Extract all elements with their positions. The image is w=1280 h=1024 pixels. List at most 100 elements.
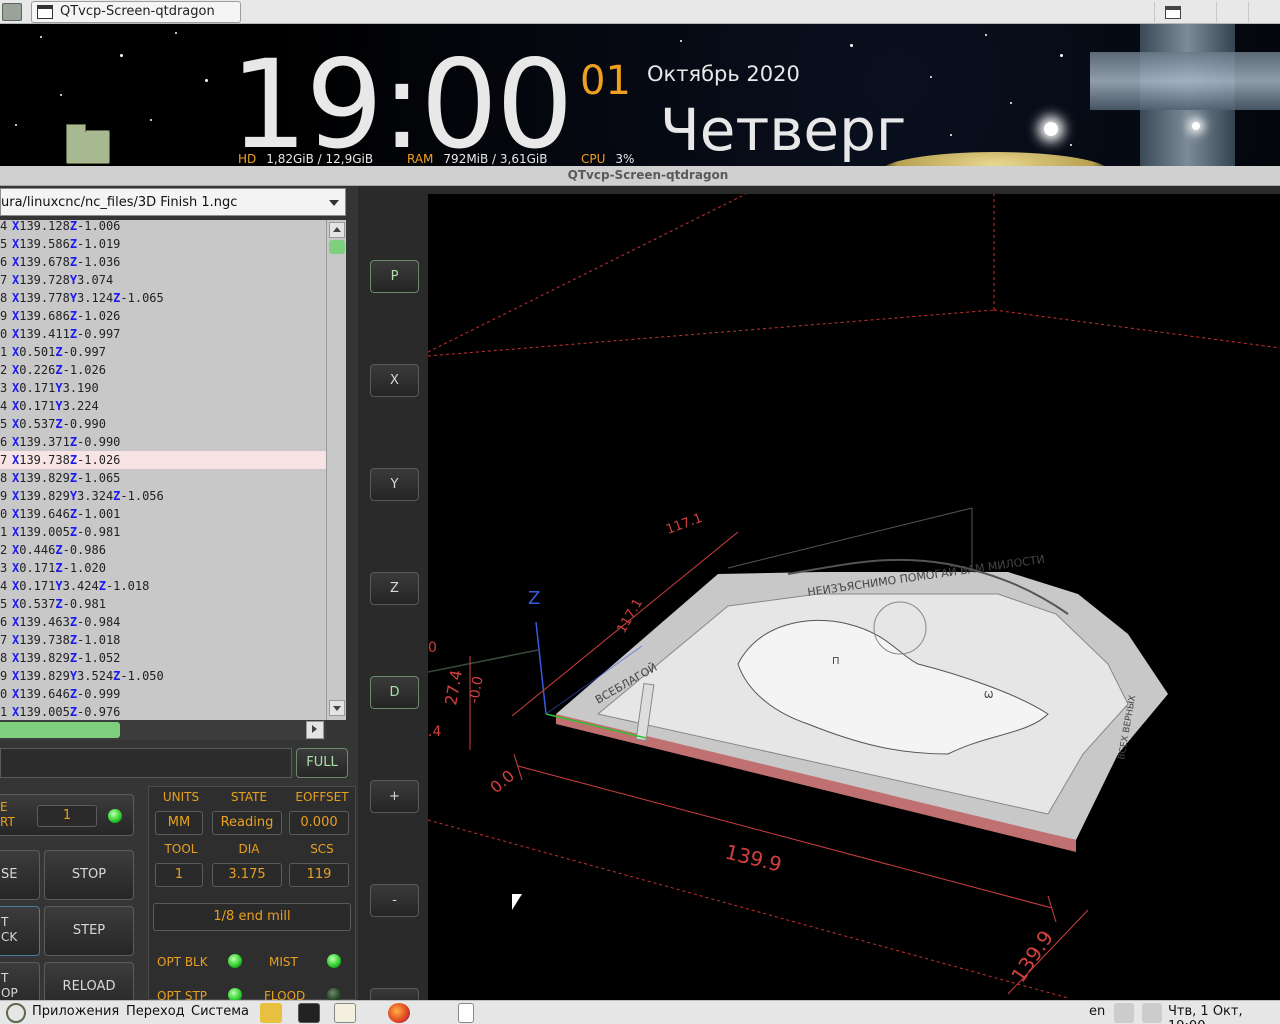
gcode-line[interactable]: 0 X139.646Z-0.999 bbox=[0, 685, 326, 703]
menu-places[interactable]: Переход bbox=[126, 1004, 185, 1019]
taskbar-clock[interactable]: Чтв, 1 Окт, 19:00 bbox=[1168, 1004, 1280, 1024]
dim-z2-label: -0.0 bbox=[466, 675, 487, 705]
gcode-line[interactable]: 4 X0.171Y3.224 bbox=[0, 397, 326, 415]
dim-z-label: 27.4 bbox=[441, 668, 466, 706]
folder-icon[interactable] bbox=[66, 124, 110, 164]
gcode-line[interactable]: 4 X139.128Z-1.006 bbox=[0, 220, 326, 235]
gcode-line[interactable]: 1 X139.005Z-0.976 bbox=[0, 703, 326, 720]
step-back-button[interactable]: T CK bbox=[0, 906, 40, 956]
window-tab[interactable]: QTvcp-Screen-qtdragon bbox=[31, 1, 241, 23]
gcode-line[interactable]: 0 X139.411Z-0.997 bbox=[0, 325, 326, 343]
scroll-right-button[interactable] bbox=[306, 721, 324, 739]
star bbox=[985, 34, 987, 36]
gcode-axis-value: 0.171 bbox=[19, 399, 56, 413]
conky-month-year: Октябрь 2020 bbox=[647, 62, 800, 86]
mist-led[interactable] bbox=[327, 954, 341, 968]
gcode-line[interactable]: 8 X139.829Z-1.065 bbox=[0, 469, 326, 487]
gcode-line-number: 6 bbox=[0, 615, 8, 629]
view-p-button[interactable]: P bbox=[370, 260, 419, 293]
block-number[interactable]: 1 bbox=[37, 805, 97, 827]
gcode-axis-value: 139.829 bbox=[19, 489, 70, 503]
eoffset-value: 0.000 bbox=[289, 811, 349, 835]
gcode-line[interactable]: 2 X0.446Z-0.986 bbox=[0, 541, 326, 559]
gcode-axis-value: 0.501 bbox=[19, 345, 56, 359]
file-path-combo[interactable]: ura/linuxcnc/nc_files/3D Finish 1.ngc bbox=[0, 188, 346, 216]
gcode-3d-viewport[interactable]: НЕИЗЪЯСНИМО ПОМОГАЙ ВАМ МИЛОСТИ ВСЕБЛАГО… bbox=[428, 194, 1280, 1000]
gcode-line[interactable]: 5 X139.586Z-1.019 bbox=[0, 235, 326, 253]
plaque-letter: П bbox=[832, 656, 840, 667]
gcode-line[interactable]: 3 X0.171Y3.190 bbox=[0, 379, 326, 397]
scroll-up-button[interactable] bbox=[329, 222, 345, 238]
status-panel: UNITS STATE EOFFSET MM Reading 0.000 TOO… bbox=[148, 786, 356, 1003]
step-button[interactable]: STEP bbox=[44, 906, 134, 956]
zoom-out-button[interactable]: - bbox=[370, 884, 419, 917]
network-icon[interactable] bbox=[1142, 1003, 1162, 1023]
gcode-editor[interactable]: 4 X139.128Z-1.006 5 X139.586Z-1.019 6 X139.67… bbox=[0, 220, 326, 720]
gcode-line[interactable]: 6 X139.678Z-1.036 bbox=[0, 253, 326, 271]
gcode-line[interactable]: 7 X139.738Z-1.018 bbox=[0, 631, 326, 649]
app-title-bar[interactable]: QTvcp-Screen-qtdragon bbox=[0, 166, 1280, 186]
stop-button[interactable]: STOP bbox=[44, 850, 134, 900]
scroll-thumb[interactable] bbox=[0, 722, 120, 738]
pause-button[interactable]: SE bbox=[0, 850, 40, 900]
rapid-path bbox=[428, 649, 539, 673]
gcode-line[interactable]: 1 X0.501Z-0.997 bbox=[0, 343, 326, 361]
text-editor-icon[interactable] bbox=[334, 1003, 356, 1023]
gcode-line[interactable]: 5 X0.537Z-0.990 bbox=[0, 415, 326, 433]
gcode-line[interactable]: 9 X139.686Z-1.026 bbox=[0, 307, 326, 325]
mdi-command-input[interactable] bbox=[0, 748, 292, 778]
gcode-axis-value: -1.026 bbox=[77, 453, 121, 467]
block-start-button[interactable]: E RT 1 bbox=[0, 794, 134, 836]
chevron-down-icon bbox=[329, 200, 339, 206]
firefox-icon[interactable] bbox=[388, 1003, 410, 1023]
gcode-line[interactable]: 5 X0.537Z-0.981 bbox=[0, 595, 326, 613]
stat-label: RAM bbox=[407, 152, 434, 166]
gcode-line[interactable]: 6 X139.371Z-0.990 bbox=[0, 433, 326, 451]
keyboard-layout[interactable]: en bbox=[1089, 1004, 1105, 1019]
planet-graphic bbox=[880, 152, 1110, 166]
full-button[interactable]: FULL bbox=[296, 748, 348, 778]
gcode-axis-value: -1.050 bbox=[120, 669, 164, 683]
gcode-line[interactable]: 8 X139.829Z-1.052 bbox=[0, 649, 326, 667]
menu-system[interactable]: Система bbox=[191, 1004, 249, 1019]
linux-penguin-icon[interactable] bbox=[260, 1003, 282, 1023]
gcode-axis-letter: Y bbox=[69, 273, 78, 287]
volume-icon[interactable] bbox=[1114, 1003, 1134, 1023]
gcode-line[interactable]: 9 X139.829Y3.524Z-1.050 bbox=[0, 667, 326, 685]
gcode-line[interactable]: 1 X139.005Z-0.981 bbox=[0, 523, 326, 541]
app-menu-icon[interactable] bbox=[2, 3, 22, 21]
app-menu-logo-icon[interactable] bbox=[6, 1003, 26, 1023]
view-x-button[interactable]: X bbox=[370, 364, 419, 397]
toolpath-plot: НЕИЗЪЯСНИМО ПОМОГАЙ ВАМ МИЛОСТИ ВСЕБЛАГО… bbox=[428, 194, 1280, 999]
show-desktop-button[interactable] bbox=[1158, 2, 1188, 22]
gcode-vertical-scrollbar[interactable] bbox=[326, 220, 346, 720]
view-z-button[interactable]: Z bbox=[370, 572, 419, 605]
opt-blk-led[interactable] bbox=[228, 954, 242, 968]
limit-edge bbox=[428, 309, 995, 357]
gcode-axis-letter: Z bbox=[69, 471, 78, 485]
gcode-line-number: 9 bbox=[0, 489, 8, 503]
gcode-line[interactable]: 3 X0.171Z-1.020 bbox=[0, 559, 326, 577]
gcode-line[interactable]: 6 X139.463Z-0.984 bbox=[0, 613, 326, 631]
scroll-thumb[interactable] bbox=[329, 240, 345, 254]
gcode-horizontal-scrollbar[interactable] bbox=[0, 720, 326, 740]
gcode-line[interactable]: 7 X139.738Z-1.026 bbox=[0, 451, 326, 469]
gcode-line[interactable]: 2 X0.226Z-1.026 bbox=[0, 361, 326, 379]
gcode-line[interactable]: 4 X0.171Y3.424Z-1.018 bbox=[0, 577, 326, 595]
gcode-line[interactable]: 0 X139.646Z-1.001 bbox=[0, 505, 326, 523]
gcode-axis-value: -0.990 bbox=[62, 417, 106, 431]
window-button-icon[interactable] bbox=[458, 1003, 474, 1023]
gcode-line-number: 8 bbox=[0, 651, 8, 665]
gcode-axis-value: -1.020 bbox=[62, 561, 106, 575]
zoom-in-button[interactable]: + bbox=[370, 780, 419, 813]
terminal-icon[interactable] bbox=[298, 1003, 320, 1023]
star bbox=[205, 79, 208, 82]
menu-applications[interactable]: Приложения bbox=[32, 1004, 119, 1019]
view-y-button[interactable]: Y bbox=[370, 468, 419, 501]
gcode-axis-value: -1.056 bbox=[120, 489, 164, 503]
gcode-line[interactable]: 9 X139.829Y3.324Z-1.056 bbox=[0, 487, 326, 505]
gcode-line[interactable]: 8 X139.778Y3.124Z-1.065 bbox=[0, 289, 326, 307]
gcode-line[interactable]: 7 X139.728Y3.074 bbox=[0, 271, 326, 289]
scroll-down-button[interactable] bbox=[329, 700, 345, 716]
view-d-button[interactable]: D bbox=[370, 676, 419, 709]
